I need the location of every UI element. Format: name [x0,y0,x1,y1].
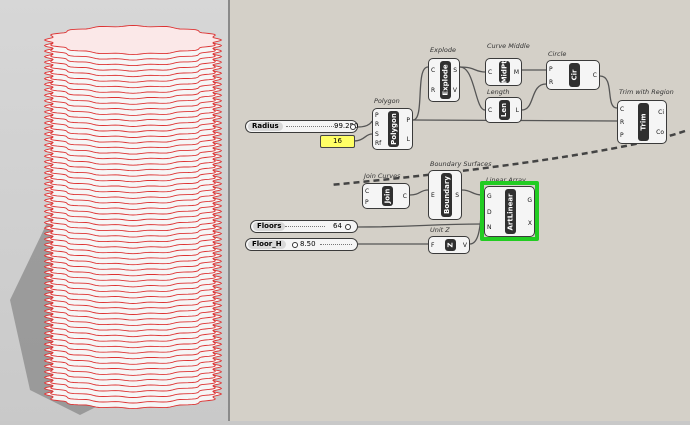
wire-polygon-explode [412,66,429,121]
circle-component[interactable]: Cir P R C [546,60,600,90]
length-component[interactable]: Len C L [485,97,522,123]
wire-explode-length [459,66,486,111]
input-p[interactable]: P [365,199,369,206]
input-r[interactable]: R [431,88,435,94]
trim-nickname: Trim [638,103,649,141]
circle-nickname: Cir [569,63,580,87]
panel-input[interactable]: 16 [320,135,355,148]
output-m[interactable]: M [514,70,519,76]
output-co[interactable]: Co [656,130,664,136]
explode-component[interactable]: Explode C R S V [428,58,460,102]
wire-radius-polygon [357,120,373,128]
output-l[interactable]: L [516,108,519,114]
slider-label: Radius [248,122,283,131]
slider-knob[interactable] [292,242,298,248]
trim-title: Trim with Region [619,88,674,96]
wire-circle-trim [599,75,618,109]
input-p[interactable]: P [549,66,553,73]
slider-floors[interactable]: Floors 64 [250,220,358,233]
input-r[interactable]: R [620,120,624,126]
input-p[interactable]: P [375,112,379,119]
output-p[interactable]: P [406,117,410,124]
polygon-title: Polygon [374,97,400,105]
midpt-component[interactable]: MidPt C M [485,58,522,86]
input-c[interactable]: C [365,188,369,195]
rhino-viewport[interactable] [0,0,228,421]
unit-z-nickname: Z [445,239,456,251]
slider-floor-h[interactable]: Floor_H 8.50 [245,238,358,251]
wire-length-circle [521,83,547,111]
polygon-nickname: Polygon [388,111,399,147]
slider-knob[interactable] [345,224,351,230]
input-f[interactable]: F [431,243,434,249]
slider-knob[interactable] [350,124,356,130]
selection-highlight [480,181,539,241]
input-c[interactable]: C [431,68,435,74]
trim-component[interactable]: Trim C R P Ci Co [617,100,667,144]
boundary-title: Boundary Surfaces [430,160,492,168]
output-s[interactable]: S [453,68,457,74]
join-title: Join Curves [364,172,401,180]
circle-title: Circle [548,50,567,58]
input-c[interactable]: C [488,108,492,114]
output-ci[interactable]: Ci [658,110,664,116]
wire-boundary-array [461,189,483,196]
boundary-component[interactable]: Boundary E S [428,170,462,220]
grasshopper-canvas[interactable]: Radius 99.250 16 Floors 64 Floor_H 8.50 … [230,0,690,421]
explode-nickname: Explode [440,61,451,99]
tower-model [10,24,223,415]
slider-value: 8.50 [300,240,316,248]
slider-label: Floor_H [248,240,286,249]
slider-value: 64 [333,222,342,230]
input-c[interactable]: C [620,106,624,113]
input-s[interactable]: S [375,131,379,138]
slider-radius[interactable]: Radius 99.250 [245,120,359,133]
output-c[interactable]: C [593,73,597,79]
slider-label: Floors [253,222,286,231]
midpt-title: Curve Middle [487,42,530,50]
output-c[interactable]: C [403,194,407,200]
wire-join-boundary [409,189,429,196]
wire-floors-array [357,223,483,228]
input-p[interactable]: P [620,133,624,139]
boundary-nickname: Boundary [441,173,452,217]
input-r[interactable]: R [549,79,553,86]
join-component[interactable]: Join C P C [362,183,410,209]
midpt-nickname: MidPt [499,60,510,84]
explode-title: Explode [430,46,456,54]
join-nickname: Join [382,186,393,206]
output-v[interactable]: V [453,88,457,94]
polygon-component[interactable]: Polygon P R S Rf P L [372,108,413,150]
input-rf[interactable]: Rf [375,141,381,147]
output-l[interactable]: L [407,136,410,143]
input-e[interactable]: E [431,193,435,199]
length-title: Length [487,88,510,96]
wire-panel-polygon [352,133,373,142]
unit-z-component[interactable]: ZFV [428,236,470,254]
output-s[interactable]: S [455,193,459,199]
length-nickname: Len [499,100,510,120]
input-c[interactable]: C [488,70,492,76]
input-r[interactable]: R [375,122,379,128]
output-v[interactable]: V [463,243,467,249]
unit-z-title: Unit Z [430,226,450,234]
floor-slab [43,24,223,56]
